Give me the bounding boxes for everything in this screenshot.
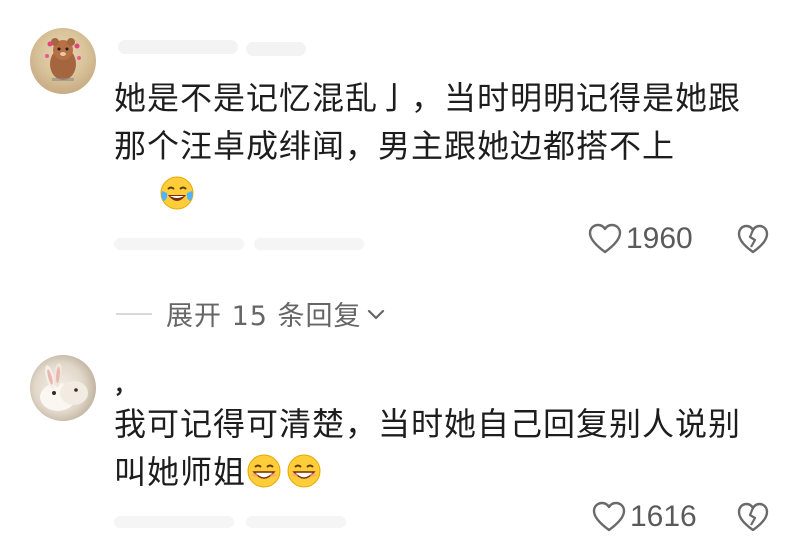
- username-placeholder: [246, 42, 306, 56]
- timestamp-placeholder: [114, 516, 234, 528]
- grinning-emoji: [287, 454, 321, 488]
- username[interactable]: ，: [114, 368, 136, 400]
- rabbit-avatar-icon: [40, 363, 88, 411]
- chevron-down-icon: [367, 309, 384, 319]
- comment-text: 我可记得可清楚，当时她自己回复别人说别叫她师姐: [114, 400, 754, 496]
- location-placeholder: [254, 238, 364, 250]
- broken-heart-outline-icon[interactable]: [737, 502, 769, 534]
- laughing-crying-emoji: [160, 176, 194, 210]
- avatar[interactable]: [30, 355, 96, 421]
- like-button[interactable]: 1616: [592, 500, 697, 534]
- like-count: 1960: [626, 222, 693, 255]
- grinning-emoji: [247, 454, 281, 488]
- expand-replies-button[interactable]: 展开 15 条回复: [116, 294, 386, 333]
- like-button[interactable]: 1960: [588, 222, 693, 256]
- expand-replies-label: 展开 15 条回复: [166, 301, 362, 332]
- heart-outline-icon: [588, 223, 622, 254]
- location-placeholder: [246, 516, 346, 528]
- avatar[interactable]: [30, 28, 96, 94]
- divider: [116, 312, 152, 315]
- comment-body: 我可记得可清楚，当时她自己回复别人说别叫她师姐: [114, 405, 742, 491]
- like-count: 1616: [630, 500, 697, 533]
- timestamp-placeholder: [114, 238, 244, 250]
- username-placeholder: [118, 40, 238, 54]
- broken-heart-outline-icon[interactable]: [737, 224, 769, 256]
- comment-body: 她是不是记忆混乱亅，当时明明记得是她跟那个汪卓成绯闻，男主跟她边都搭不上: [114, 79, 742, 165]
- teddy-bear-avatar-icon: [45, 38, 81, 81]
- heart-outline-icon: [592, 501, 626, 532]
